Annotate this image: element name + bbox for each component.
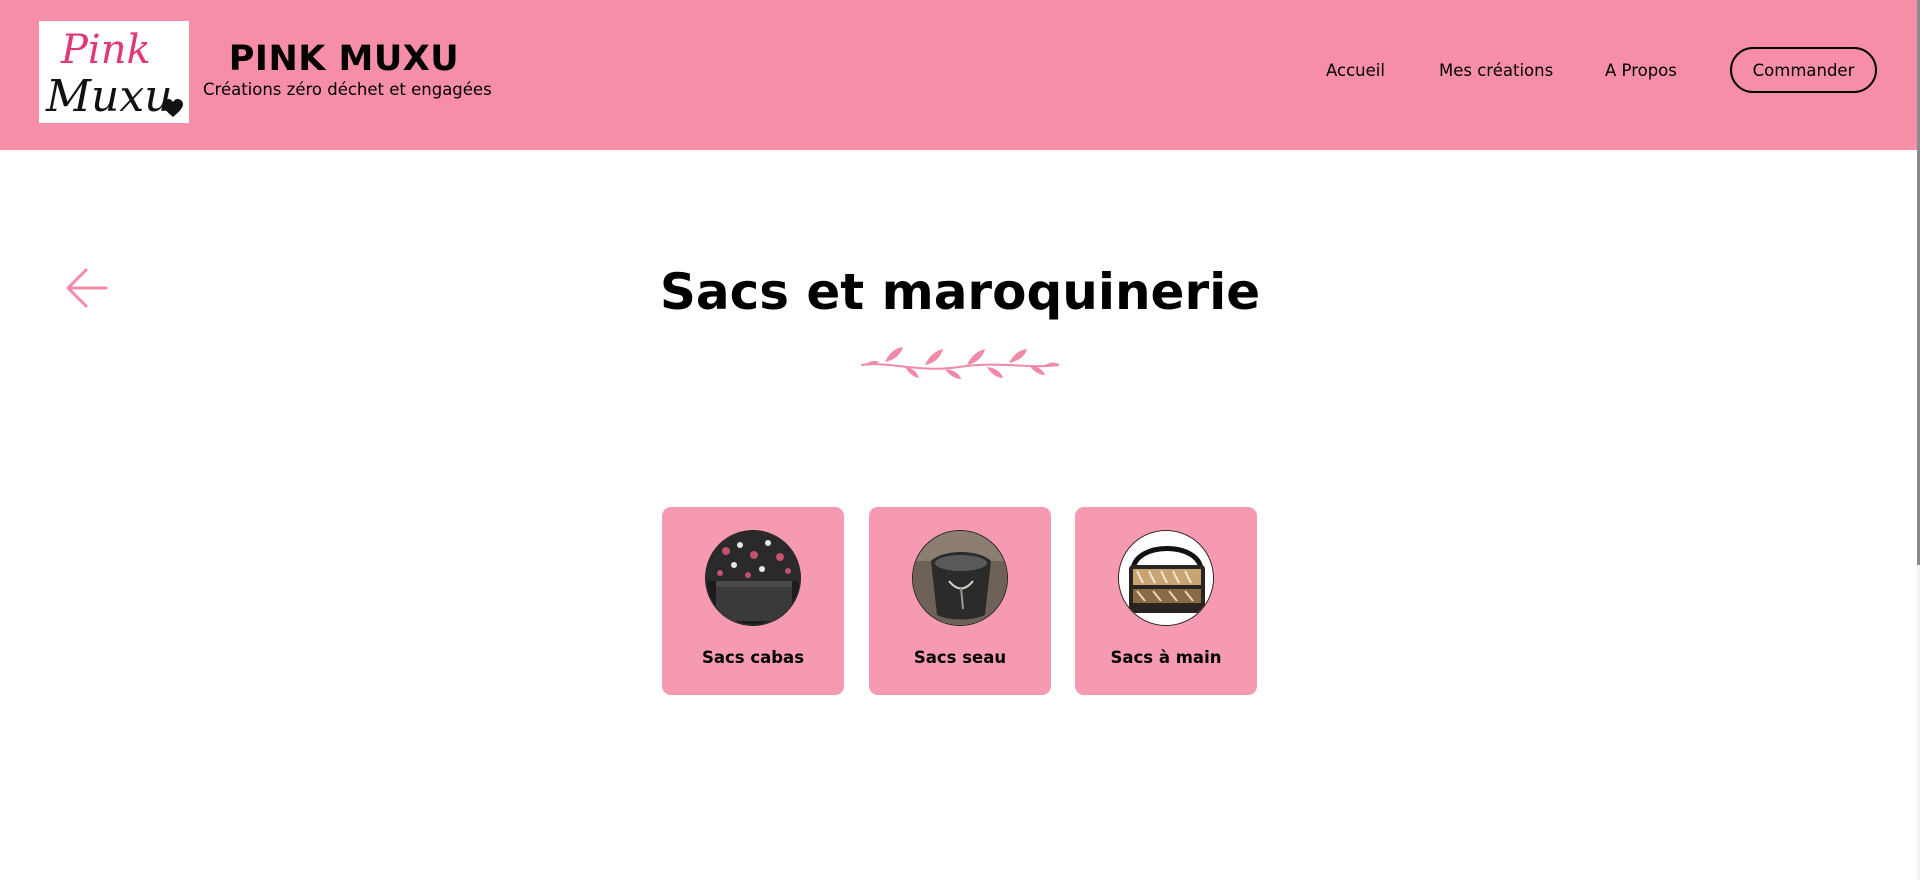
category-card-sacs-a-main[interactable]: Sacs à main (1075, 507, 1257, 695)
category-label: Sacs seau (913, 648, 1007, 667)
nav-link-accueil[interactable]: Accueil (1326, 60, 1385, 82)
category-card-sacs-cabas[interactable]: Sacs cabas (662, 507, 844, 695)
nav-link-mes-creations[interactable]: Mes créations (1439, 60, 1553, 82)
category-label: Sacs à main (1110, 648, 1222, 667)
category-label: Sacs cabas (701, 648, 805, 667)
brand-title: PINK MUXU (228, 39, 460, 79)
logo[interactable]: Pink Muxu (39, 21, 189, 123)
brand-tagline: Créations zéro déchet et engagées (203, 80, 492, 99)
nav-link-a-propos[interactable]: A Propos (1605, 60, 1677, 82)
svg-text:Pink: Pink (60, 27, 151, 73)
category-thumbnail (705, 530, 801, 626)
order-button[interactable]: Commander (1730, 47, 1877, 93)
category-thumbnail (912, 530, 1008, 626)
category-card-sacs-seau[interactable]: Sacs seau (869, 507, 1051, 695)
logo-image: Pink Muxu (45, 27, 183, 122)
leaf-branch-icon (859, 343, 1061, 383)
svg-text:Muxu: Muxu (45, 71, 173, 122)
category-thumbnail (1118, 530, 1214, 626)
page-title: Sacs et maroquinerie (659, 263, 1261, 321)
site-header: Pink Muxu PINK MUXU Créations zéro déche… (0, 0, 1917, 150)
